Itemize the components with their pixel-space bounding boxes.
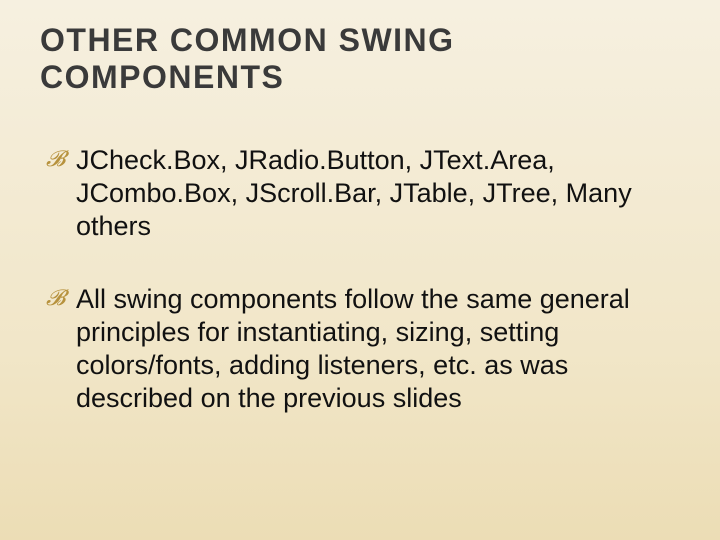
slide-title: OTHER COMMON SWING COMPONENTS [40, 22, 680, 96]
list-item: All swing components follow the same gen… [46, 283, 674, 415]
slide: OTHER COMMON SWING COMPONENTS JCheck.Box… [0, 0, 720, 540]
list-item: JCheck.Box, JRadio.Button, JText.Area, J… [46, 144, 674, 243]
bullet-list: JCheck.Box, JRadio.Button, JText.Area, J… [40, 144, 680, 415]
